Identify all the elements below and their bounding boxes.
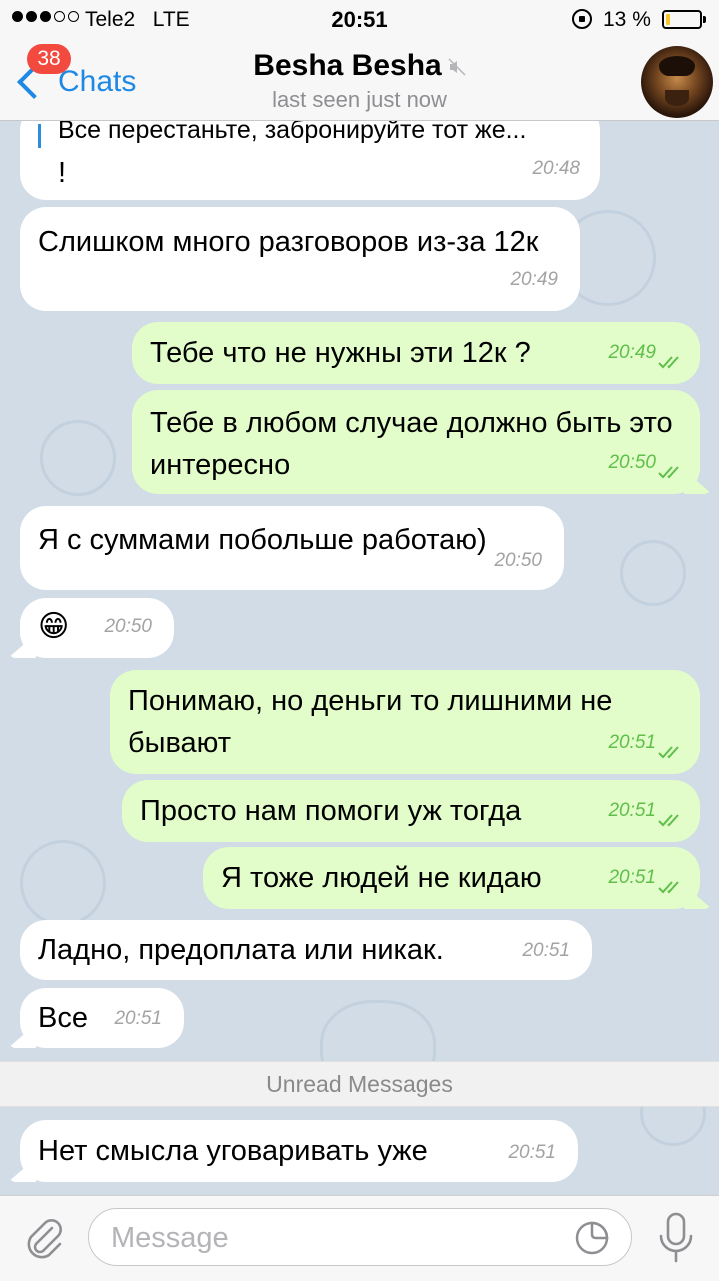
message-bubble-incoming[interactable]: Нет смысла уговаривать уже 20:51 <box>8 1120 578 1182</box>
message-text: Тебе в любом случае должно быть это инте… <box>150 407 673 481</box>
message-bubble-outgoing[interactable]: Понимаю, но деньги то лишними не бывают … <box>110 670 700 774</box>
message-time: 20:50 <box>608 452 656 473</box>
contact-avatar[interactable] <box>641 46 713 118</box>
message-input-bar <box>0 1195 719 1281</box>
message-text: Просто нам помоги уж тогда <box>140 795 522 827</box>
unread-count-badge: 38 <box>27 44 71 74</box>
message-time: 20:50 <box>104 616 152 637</box>
message-text: Понимаю, но деньги то лишними не бывают <box>128 685 613 759</box>
message-time: 20:51 <box>508 1142 556 1163</box>
message-time: 20:51 <box>608 867 656 888</box>
read-checkmarks-icon <box>658 881 679 894</box>
battery-percent: 13 % <box>603 8 651 31</box>
chat-title[interactable]: Besha Besha <box>0 49 719 83</box>
message-input[interactable] <box>109 1219 563 1257</box>
message-time: 20:51 <box>522 940 570 961</box>
message-time: 20:51 <box>608 800 656 821</box>
message-bubble-outgoing[interactable]: Тебе что не нужны эти 12к ? 20:49 <box>132 322 700 384</box>
speaker-mute-icon <box>448 58 466 76</box>
attach-paperclip-icon[interactable] <box>22 1216 66 1260</box>
wallpaper-doodle <box>620 540 686 606</box>
message-text: ! <box>58 157 67 189</box>
read-checkmarks-icon <box>658 814 679 827</box>
message-bubble-incoming[interactable]: Все 20:51 <box>8 988 184 1048</box>
sticker-icon[interactable] <box>575 1221 609 1255</box>
wallpaper-doodle <box>40 420 116 496</box>
message-time: 20:51 <box>114 1008 162 1029</box>
battery-icon <box>662 10 706 29</box>
message-time: 20:49 <box>510 269 558 290</box>
message-bubble-outgoing[interactable]: Просто нам помоги уж тогда 20:51 <box>122 780 700 842</box>
wallpaper-doodle <box>20 840 106 926</box>
message-text: Ладно, предоплата или никак. <box>38 934 444 966</box>
read-checkmarks-icon <box>658 356 679 369</box>
message-text: Я с суммами побольше работаю) <box>38 524 487 556</box>
last-seen-status: last seen just now <box>272 87 447 112</box>
rotation-lock-icon <box>572 9 592 29</box>
message-text: Нет смысла уговаривать уже <box>38 1135 428 1167</box>
message-bubble-incoming[interactable]: 😁 20:50 <box>8 598 174 658</box>
message-time: 20:49 <box>608 342 656 363</box>
message-bubble-outgoing[interactable]: Я тоже людей не кидаю 20:51 <box>203 847 712 909</box>
battery-level <box>666 14 670 25</box>
message-bubble-incoming[interactable]: Ладно, предоплата или никак. 20:51 <box>20 920 592 980</box>
unread-messages-divider: Unread Messages <box>0 1061 719 1107</box>
message-bubble-incoming[interactable]: Слишком много разговоров из-за 12к 20:49 <box>20 207 580 311</box>
message-text: Тебе что не нужны эти 12к ? <box>150 337 531 369</box>
contact-name: Besha Besha <box>253 49 442 82</box>
message-text: Слишком много разговоров из-за 12к <box>38 226 539 258</box>
reply-quote-bar <box>38 124 41 148</box>
microphone-icon[interactable] <box>656 1212 696 1264</box>
message-bubble-incoming[interactable]: Я с суммами побольше работаю) 20:50 <box>20 506 564 590</box>
read-checkmarks-icon <box>658 746 679 759</box>
read-checkmarks-icon <box>658 466 679 479</box>
message-field[interactable] <box>88 1208 632 1266</box>
status-bar: Tele2 LTE 20:51 13 % <box>0 0 719 40</box>
message-time: 20:51 <box>608 732 656 753</box>
message-time: 20:48 <box>532 158 580 179</box>
navigation-header: Tele2 LTE 20:51 13 % Chats 38 Besha Besh… <box>0 0 719 121</box>
message-time: 20:50 <box>494 550 542 571</box>
message-bubble-outgoing[interactable]: Тебе в любом случае должно быть это инте… <box>132 390 712 494</box>
